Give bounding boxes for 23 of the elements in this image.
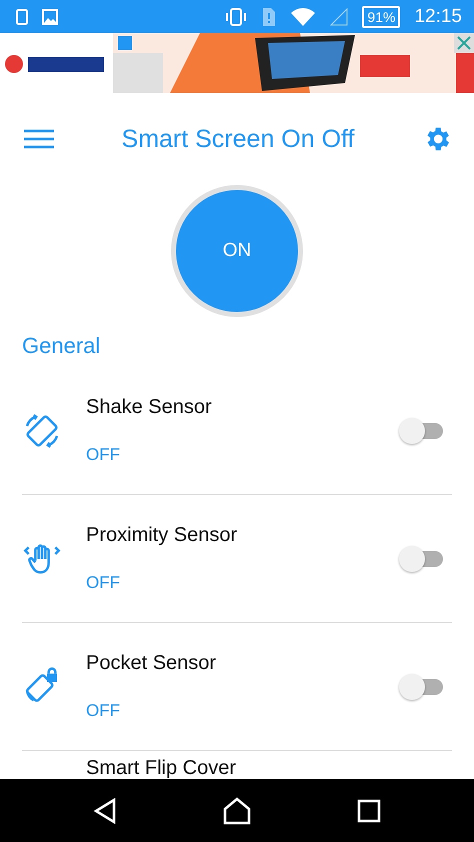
sensor-status: OFF	[86, 445, 121, 465]
sensor-status: OFF	[86, 573, 121, 593]
phone-icon	[16, 8, 28, 24]
app-title: Smart Screen On Off	[120, 124, 356, 154]
sensor-name: Shake Sensor	[86, 396, 213, 419]
menu-icon[interactable]	[24, 129, 54, 149]
clock: 12:15	[414, 6, 462, 28]
section-title: General	[22, 333, 100, 358]
vibrate-icon	[224, 8, 248, 26]
sensor-status: OFF	[86, 701, 121, 721]
battery-indicator: 91%	[362, 6, 400, 28]
sensor-name: Smart Flip Cover	[86, 757, 238, 779]
signal-icon	[330, 8, 348, 26]
sim-alert-icon	[262, 6, 276, 26]
image-icon	[42, 8, 58, 24]
recents-icon[interactable]	[357, 798, 381, 822]
wifi-icon	[290, 6, 316, 26]
home-icon[interactable]	[223, 796, 251, 824]
sensor-name: Pocket Sensor	[86, 652, 218, 675]
back-icon[interactable]	[93, 798, 117, 824]
close-icon[interactable]	[454, 33, 474, 53]
power-toggle-button[interactable]: ON	[171, 185, 303, 317]
sensor-name: Proximity Sensor	[86, 524, 238, 547]
